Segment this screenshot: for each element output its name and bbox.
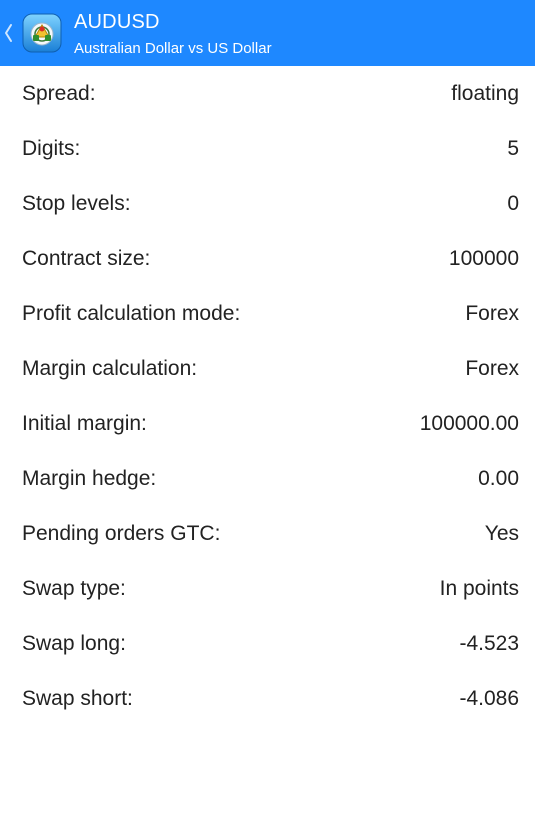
symbol-specification-screen: AUDUSD Australian Dollar vs US Dollar Sp…: [0, 0, 535, 834]
property-row: Digits: 5: [0, 121, 535, 176]
property-label: Stop levels:: [22, 192, 131, 215]
property-label: Margin hedge:: [22, 467, 157, 490]
property-row: Swap short: -4.086: [0, 671, 535, 726]
property-row: Stop levels: 0: [0, 176, 535, 231]
properties-list: Spread: floating Digits: 5 Stop levels: 0 Cont…: [0, 66, 535, 726]
property-row: Margin hedge: 0.00: [0, 451, 535, 506]
property-value: 100000.00: [419, 412, 519, 435]
property-label: Spread:: [22, 82, 96, 105]
property-label: Profit calculation mode:: [22, 302, 241, 325]
property-value: Forex: [465, 302, 519, 325]
symbol-description: Australian Dollar vs US Dollar: [74, 40, 272, 57]
property-row: Pending orders GTC: Yes: [0, 506, 535, 561]
property-value: -4.086: [459, 687, 519, 710]
property-label: Swap short:: [22, 687, 133, 710]
property-row: Swap type: In points: [0, 561, 535, 616]
property-label: Pending orders GTC:: [22, 522, 221, 545]
property-label: Swap type:: [22, 577, 126, 600]
property-value: 0.00: [478, 467, 519, 490]
property-value: Yes: [484, 522, 519, 545]
property-label: Initial margin:: [22, 412, 147, 435]
property-value: -4.523: [459, 632, 519, 655]
property-row: Profit calculation mode: Forex: [0, 286, 535, 341]
property-row: Initial margin: 100000.00: [0, 396, 535, 451]
property-value: 0: [507, 192, 519, 215]
property-value: 5: [507, 137, 519, 160]
property-label: Margin calculation:: [22, 357, 198, 380]
property-label: Swap long:: [22, 632, 126, 655]
action-bar: AUDUSD Australian Dollar vs US Dollar: [0, 0, 535, 66]
property-row: Margin calculation: Forex: [0, 341, 535, 396]
property-row: Spread: floating: [0, 66, 535, 121]
chevron-left-icon: [5, 24, 12, 42]
back-button[interactable]: [0, 0, 66, 66]
metatrader-app-icon: [22, 13, 62, 53]
property-value: In points: [439, 577, 519, 600]
symbol-title: AUDUSD: [74, 11, 160, 33]
property-label: Contract size:: [22, 247, 151, 270]
property-row: Swap long: -4.523: [0, 616, 535, 671]
property-value: floating: [451, 82, 519, 105]
property-row: Contract size: 100000: [0, 231, 535, 286]
property-value: Forex: [465, 357, 519, 380]
property-value: 100000: [448, 247, 519, 270]
property-label: Digits:: [22, 137, 81, 160]
